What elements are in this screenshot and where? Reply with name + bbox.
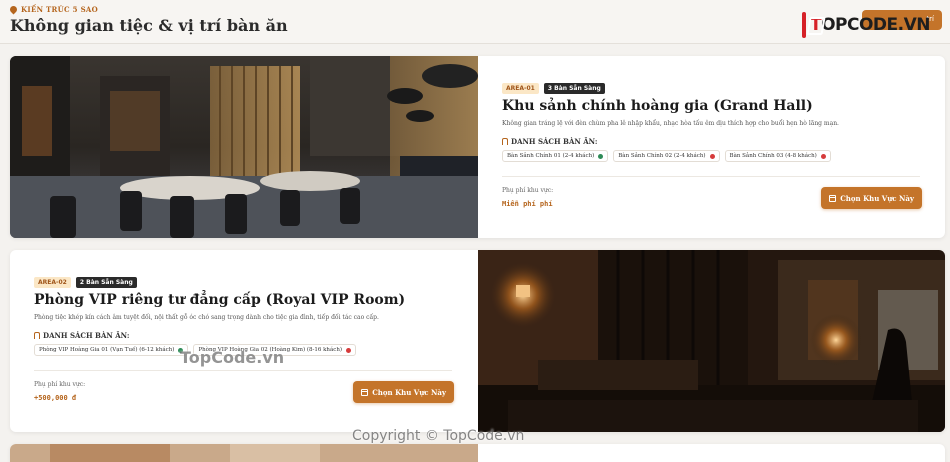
calendar-icon bbox=[829, 194, 837, 202]
status-dot-icon bbox=[178, 347, 184, 353]
grand-hall-photo bbox=[10, 56, 478, 238]
vip-room-details: AREA-02 2 Bàn Sẵn Sàng Phòng VIP riêng t… bbox=[34, 250, 454, 432]
choose-area-button[interactable]: Chọn Khu Vực Này bbox=[821, 187, 922, 209]
status-dot-icon bbox=[709, 153, 715, 159]
area-card-grand-hall: AREA-01 3 Bàn Sẵn Sàng Khu sảnh chính ho… bbox=[10, 56, 945, 238]
chair-icon bbox=[34, 332, 40, 339]
tables-heading: DANH SÁCH BÀN ĂN: bbox=[34, 331, 129, 340]
fee-label: Phụ phí khu vực: bbox=[502, 187, 554, 194]
table-list: Phòng VIP Hoàng Gia 01 (Vạn Tuế) (6-12 k… bbox=[34, 344, 357, 356]
fee-value: Miễn phí phí bbox=[502, 200, 553, 208]
area-tags: AREA-01 3 Bàn Sẵn Sàng bbox=[502, 83, 605, 94]
area-photo-partial bbox=[10, 444, 478, 462]
ready-count-badge: 2 Bàn Sẵn Sàng bbox=[75, 277, 137, 288]
topcode-logo-icon bbox=[802, 12, 806, 38]
area-tags: AREA-02 2 Bàn Sẵn Sàng bbox=[34, 277, 137, 288]
logo-text: TOPCODE.VN bbox=[810, 15, 931, 35]
table-chip[interactable]: Bàn Sảnh Chính 02 (2-4 khách) bbox=[613, 150, 720, 162]
area-code-badge: AREA-02 bbox=[34, 277, 71, 288]
eyebrow-text: KIẾN TRÚC 5 SAO bbox=[21, 5, 99, 14]
fee-label: Phụ phí khu vực: bbox=[34, 381, 86, 388]
table-chip[interactable]: Bàn Sảnh Chính 01 (2-4 khách) bbox=[502, 150, 609, 162]
grand-hall-details: AREA-01 3 Bàn Sẵn Sàng Khu sảnh chính ho… bbox=[502, 56, 922, 238]
vip-room-photo bbox=[478, 250, 945, 432]
area-title: Phòng VIP riêng tư đẳng cấp (Royal VIP R… bbox=[34, 292, 406, 308]
page-title: Không gian tiệc & vị trí bàn ăn bbox=[10, 16, 288, 35]
table-chip[interactable]: Phòng VIP Hoàng Gia 02 (Hoàng Kim) (8-16… bbox=[193, 344, 357, 356]
table-list: Bàn Sảnh Chính 01 (2-4 khách) Bàn Sảnh C… bbox=[502, 150, 831, 162]
divider bbox=[34, 370, 452, 371]
area-card-vip-room: AREA-02 2 Bàn Sẵn Sàng Phòng VIP riêng t… bbox=[10, 250, 945, 432]
status-dot-icon bbox=[598, 153, 604, 159]
page-header: KIẾN TRÚC 5 SAO Không gian tiệc & vị trí… bbox=[0, 0, 950, 44]
ready-count-badge: 3 Bàn Sẵn Sàng bbox=[543, 83, 605, 94]
tables-heading: DANH SÁCH BÀN ĂN: bbox=[502, 137, 597, 146]
area-code-badge: AREA-01 bbox=[502, 83, 539, 94]
chair-icon bbox=[502, 138, 508, 145]
area-title: Khu sảnh chính hoàng gia (Grand Hall) bbox=[502, 98, 813, 114]
table-chip[interactable]: Bàn Sảnh Chính 03 (4-8 khách) bbox=[724, 150, 831, 162]
divider bbox=[502, 176, 920, 177]
area-description: Phòng tiệc khép kín cách âm tuyệt đối, n… bbox=[34, 314, 379, 321]
topcode-logo: TOPCODE.VN bbox=[802, 10, 930, 40]
table-chip[interactable]: Phòng VIP Hoàng Gia 01 (Vạn Tuế) (6-12 k… bbox=[34, 344, 189, 356]
status-dot-icon bbox=[346, 347, 352, 353]
choose-area-button[interactable]: Chọn Khu Vực Này bbox=[353, 381, 454, 403]
area-card-partial bbox=[10, 444, 945, 462]
fee-value: +500,000 đ bbox=[34, 394, 77, 402]
status-dot-icon bbox=[820, 153, 826, 159]
location-pin-icon bbox=[8, 4, 19, 15]
area-description: Không gian tráng lệ với đèn chùm pha lê … bbox=[502, 120, 839, 127]
calendar-icon bbox=[361, 388, 369, 396]
section-eyebrow: KIẾN TRÚC 5 SAO bbox=[8, 4, 99, 15]
